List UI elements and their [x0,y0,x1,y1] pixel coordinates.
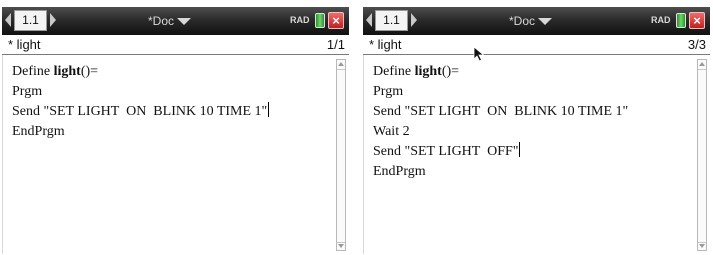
battery-icon [315,13,325,28]
program-name: * light [8,37,41,52]
scroll-down-arrow-icon[interactable] [338,244,344,248]
program-name-bar: * light 3/3 [363,36,710,55]
program-editor[interactable]: Define light()= Prgm Send "SET LIGHT ON … [2,55,349,254]
close-icon[interactable]: × [328,12,344,29]
code-line[interactable]: Prgm [373,82,628,102]
title-bar: 1.1 *Doc RAD × [363,7,710,35]
program-editor[interactable]: Define light()= Prgm Send "SET LIGHT ON … [363,55,710,254]
scrollbar[interactable] [336,59,346,251]
program-name: * light [369,37,402,52]
battery-icon [676,13,686,28]
document-menu-caret-icon[interactable] [538,18,552,25]
scroll-up-arrow-icon[interactable] [699,62,705,66]
code-line[interactable]: Wait 2 [373,122,628,142]
line-counter: 3/3 [687,37,706,52]
code-line-define[interactable]: Define light()= [373,62,628,82]
angle-mode-label: RAD [651,15,671,25]
code-line[interactable]: Send "SET LIGHT ON BLINK 10 TIME 1" [373,102,628,122]
previous-page-arrow-icon[interactable] [5,13,11,27]
line-counter: 1/1 [326,37,345,52]
function-name: light [53,64,81,79]
scroll-thumb[interactable] [698,69,706,243]
text-cursor [268,102,270,117]
scrollbar[interactable] [697,59,707,251]
code-line-current[interactable]: Send "SET LIGHT OFF" [373,142,628,162]
code-lines: Define light()= Prgm Send "SET LIGHT ON … [373,62,628,182]
mouse-pointer-icon [473,46,485,62]
scroll-thumb[interactable] [337,69,345,243]
next-page-arrow-icon[interactable] [411,13,417,27]
close-icon[interactable]: × [689,12,705,29]
document-title[interactable]: *Doc [148,14,174,28]
scroll-up-arrow-icon[interactable] [338,62,344,66]
document-title[interactable]: *Doc [509,14,535,28]
next-page-arrow-icon[interactable] [50,13,56,27]
title-bar: 1.1 *Doc RAD × [2,7,349,35]
program-name-bar: * light 1/1 [2,36,349,55]
code-line-current[interactable]: Send "SET LIGHT ON BLINK 10 TIME 1" [12,102,270,122]
code-line-define[interactable]: Define light()= [12,62,269,82]
document-menu-caret-icon[interactable] [177,18,191,25]
previous-page-arrow-icon[interactable] [366,13,372,27]
page-tab[interactable]: 1.1 [375,10,408,31]
code-line[interactable]: EndPrgm [12,122,269,142]
code-line[interactable]: EndPrgm [373,162,628,182]
code-lines: Define light()= Prgm Send "SET LIGHT ON … [12,62,270,142]
page-tab[interactable]: 1.1 [14,10,47,31]
function-name: light [414,64,442,79]
angle-mode-label: RAD [290,15,310,25]
scroll-down-arrow-icon[interactable] [699,244,705,248]
calculator-screen-right: 1.1 *Doc RAD × * light 3/3 Define light(… [363,7,710,254]
code-line[interactable]: Prgm [12,82,269,102]
calculator-screen-left: 1.1 *Doc RAD × * light 1/1 Define light(… [2,7,349,254]
text-cursor [519,142,521,157]
